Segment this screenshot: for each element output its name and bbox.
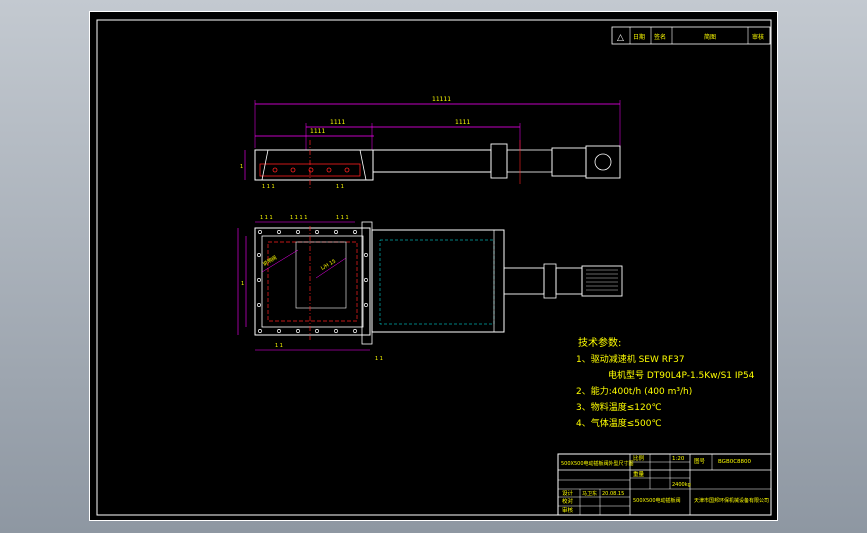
tb-row-design: 设计 [562, 489, 574, 497]
revision-date: 日期 [633, 33, 645, 41]
svg-text:1: 1 [241, 281, 244, 287]
svg-text:1 1: 1 1 [336, 184, 344, 190]
tb-row-check: 校对 [562, 497, 574, 505]
cad-viewport[interactable]: △ 日期 签名 简图 审核 11111 1111 1111 1111 1 1 1… [0, 0, 867, 533]
tb-drawing-no: BGB0C8800 [718, 459, 752, 465]
dim-top-3: 1111 [310, 128, 325, 135]
tb-product: 500X500电动插板阀 [633, 497, 681, 504]
dim-top-2: 1111 [455, 119, 470, 126]
tb-drawing-title: 500X500电动插板阀外型尺寸图 [561, 460, 634, 467]
svg-text:1 1: 1 1 [275, 343, 283, 349]
title-block: 500X500电动插板阀外型尺寸图 比例 1:20 图号 BGB0C8800 重… [557, 453, 772, 516]
tech-line-3: 2、能力:400t/h (400 m³/h) [576, 385, 692, 397]
revision-sketch: 简图 [704, 33, 716, 41]
tech-title: 技术参数: [578, 336, 621, 349]
svg-text:1 1 1: 1 1 1 [260, 215, 273, 221]
tb-weight-value: 2400kg [672, 482, 691, 488]
tb-weight-label: 重量 [633, 470, 645, 478]
cad-drawing: △ 日期 签名 简图 审核 11111 1111 1111 1111 1 1 1… [96, 19, 772, 516]
tb-drawing-no-label: 图号 [694, 457, 706, 465]
revision-sign: 签名 [654, 33, 666, 41]
svg-text:1 1: 1 1 [375, 356, 383, 362]
tech-line-5: 4、气体温度≤500℃ [576, 417, 662, 429]
tb-row-review: 审核 [562, 506, 574, 514]
svg-text:1 1 1: 1 1 1 [336, 215, 349, 221]
tech-line-2: 电机型号 DT90L4P-1.5Kw/S1 IP54 [608, 369, 755, 381]
revision-review: 审核 [752, 33, 764, 41]
tech-line-1: 1、驱动减速机 SEW RF37 [576, 353, 685, 365]
revision-header: △ 日期 签名 简图 审核 [611, 26, 771, 45]
tb-company: 天津市国邦环保机械设备有限公司 [694, 497, 769, 504]
plan-view: 1 1 1 1 1 1 1 1 1 1 说明阀 L/H 15 1 1 1 1 1 [237, 215, 623, 362]
tb-scale-value: 1:20 [672, 456, 685, 462]
revision-mark: △ [617, 33, 624, 43]
tech-requirements: 技术参数: 1、驱动减速机 SEW RF37 电机型号 DT90L4P-1.5K… [576, 336, 755, 429]
dim-overall: 11111 [432, 96, 451, 103]
svg-text:1 1 1 1: 1 1 1 1 [290, 215, 308, 221]
inner-frame [96, 19, 772, 516]
svg-text:1: 1 [240, 164, 243, 170]
tb-designer: 马卫东 [582, 490, 597, 497]
tb-date: 20.08.15 [602, 491, 624, 497]
side-elevation-view: 11111 1111 1111 1111 1 1 1 1 1 1 [240, 96, 621, 190]
plan-label-1: 说明阀 [262, 254, 279, 268]
tech-line-4: 3、物料温度≤120℃ [576, 401, 662, 413]
svg-text:1 1 1: 1 1 1 [262, 184, 275, 190]
tb-scale-label: 比例 [633, 454, 645, 462]
dim-top-1: 1111 [330, 119, 345, 126]
